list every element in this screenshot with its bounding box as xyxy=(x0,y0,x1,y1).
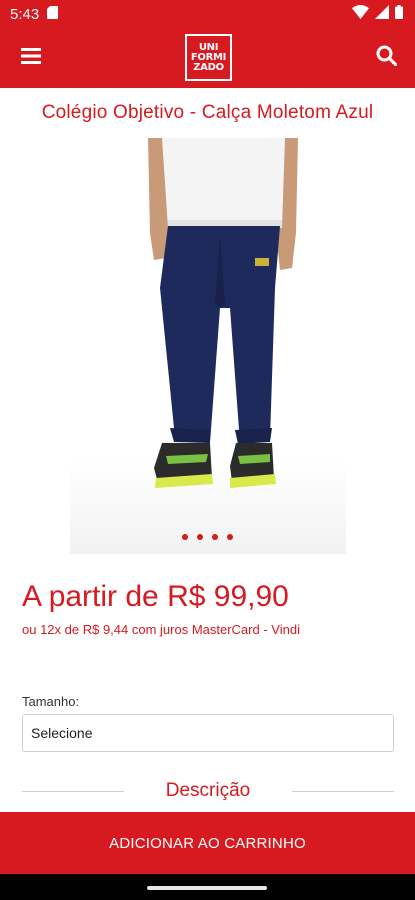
search-icon xyxy=(376,45,397,71)
wifi-icon xyxy=(352,5,369,23)
hamburger-icon xyxy=(21,47,41,69)
description-header: Descrição xyxy=(22,780,394,808)
logo-line: ZADO xyxy=(193,61,224,73)
navigation-bar xyxy=(0,874,415,900)
product-price: A partir de R$ 99,90 xyxy=(22,580,289,613)
product-image[interactable] xyxy=(70,138,346,554)
carousel-dot[interactable] xyxy=(212,534,218,540)
app-bar: UNI FORMI ZADO xyxy=(0,28,415,88)
battery-icon xyxy=(395,5,403,23)
divider xyxy=(292,791,394,792)
menu-button[interactable] xyxy=(14,44,48,72)
carousel-dot[interactable] xyxy=(227,534,233,540)
installments-text: ou 12x de R$ 9,44 com juros MasterCard -… xyxy=(22,622,300,637)
screen: 5:43 UNI FORMI ZADO Colégio Objetivo - C… xyxy=(0,0,415,900)
status-time: 5:43 xyxy=(10,5,40,23)
add-to-cart-button[interactable]: ADICIONAR AO CARRINHO xyxy=(0,812,415,874)
product-title: Colégio Objetivo - Calça Moletom Azul xyxy=(41,102,374,123)
sd-card-icon xyxy=(47,5,59,23)
carousel-dot[interactable] xyxy=(182,534,188,540)
status-bar: 5:43 xyxy=(0,0,415,28)
size-selected-value: Selecione xyxy=(31,725,93,741)
signal-icon xyxy=(375,5,389,23)
logo-line: UNI xyxy=(198,41,219,53)
logo-line: FORMI xyxy=(190,51,227,63)
size-label: Tamanho: xyxy=(22,694,80,709)
home-handle[interactable] xyxy=(147,886,267,890)
carousel-dots xyxy=(0,534,415,540)
carousel-dot[interactable] xyxy=(197,534,203,540)
search-button[interactable] xyxy=(369,42,403,74)
size-select[interactable]: Selecione xyxy=(22,714,394,752)
brand-logo[interactable]: UNI FORMI ZADO xyxy=(185,34,232,81)
